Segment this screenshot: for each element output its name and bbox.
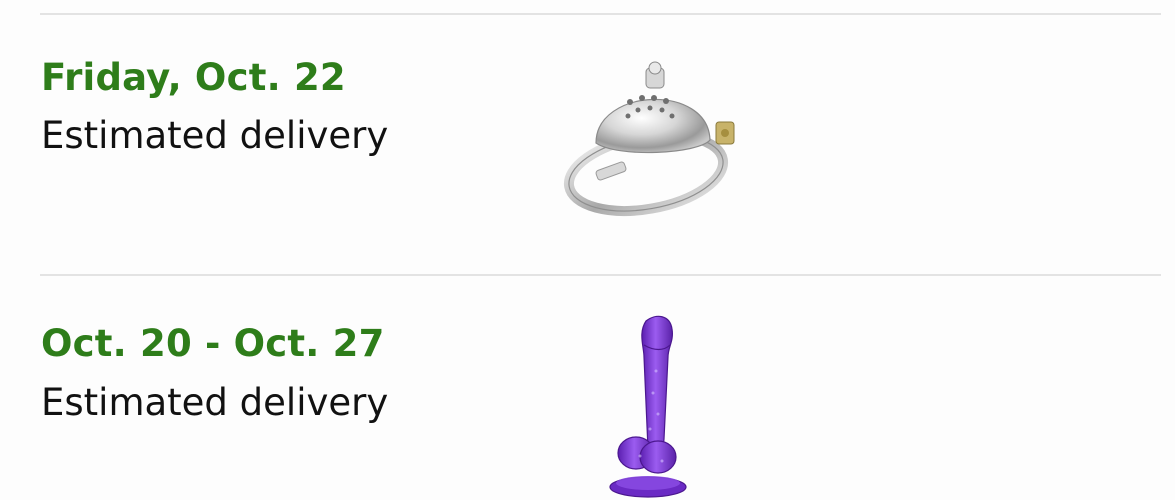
- delivery-status: Estimated delivery: [41, 381, 389, 424]
- product-thumbnail[interactable]: [598, 311, 708, 500]
- divider: [40, 274, 1161, 276]
- divider: [40, 13, 1161, 15]
- order-row[interactable]: Oct. 20 - Oct. 27 Estimated delivery: [0, 277, 1175, 500]
- product-thumbnail[interactable]: [558, 58, 748, 218]
- delivery-date: Oct. 20 - Oct. 27: [41, 322, 385, 365]
- delivery-status: Estimated delivery: [41, 114, 389, 157]
- delivery-date: Friday, Oct. 22: [41, 56, 346, 99]
- orders-list: Friday, Oct. 22 Estimated delivery Oct. …: [0, 0, 1175, 500]
- order-row[interactable]: Friday, Oct. 22 Estimated delivery: [0, 16, 1175, 272]
